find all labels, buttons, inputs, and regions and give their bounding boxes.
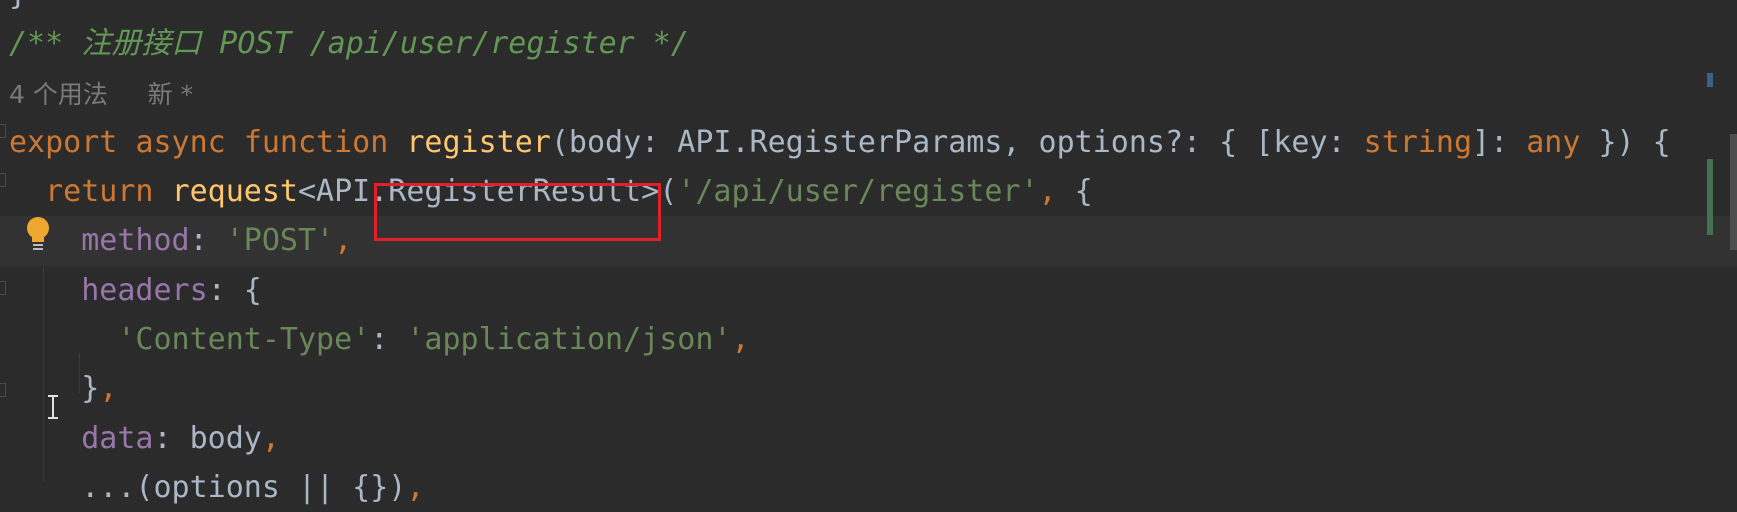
code-token: {	[1074, 174, 1093, 210]
code-line[interactable]: }	[0, 0, 1737, 19]
code-token: }	[9, 0, 27, 12]
code-token: 'Content-Type'	[117, 322, 371, 358]
code-token: /** 注册接口 POST /api/user/register */	[9, 26, 689, 62]
code-token: ,	[406, 469, 425, 505]
lightbulb-icon[interactable]	[24, 216, 52, 252]
added-lines-marker[interactable]	[1707, 159, 1713, 235]
code-token: 'application/json'	[406, 322, 732, 358]
code-line[interactable]: /** 注册接口 POST /api/user/register */	[0, 19, 1737, 68]
code-token: }	[81, 371, 100, 407]
code-token: async	[135, 124, 244, 160]
code-token: return	[45, 174, 172, 210]
code-token: function	[243, 124, 407, 160]
code-token: : {	[207, 272, 262, 308]
code-token: ,	[334, 223, 353, 259]
code-line[interactable]: return request<API.RegisterResult>('/api…	[0, 167, 1737, 216]
code-token: ]:	[1472, 124, 1527, 160]
code-token: ,	[261, 420, 280, 456]
code-token: ,	[99, 371, 118, 407]
code-token: ,	[1038, 174, 1075, 210]
code-line[interactable]: 4 个用法 新 *	[0, 69, 1737, 118]
code-token: (body: API.RegisterParams, options?: { […	[550, 124, 1364, 160]
code-token: any	[1526, 124, 1581, 160]
code-token: 'POST'	[225, 223, 335, 259]
code-token: method	[81, 223, 190, 259]
code-token: }) {	[1580, 124, 1671, 160]
fold-marker-icon[interactable]	[0, 383, 6, 397]
code-editor[interactable]: } /** 注册接口 POST /api/user/register */ 4 个用…	[0, 0, 1737, 512]
fold-marker-icon[interactable]	[0, 281, 6, 295]
code-line[interactable]: export async function register(body: API…	[0, 118, 1737, 167]
vertical-scrollbar[interactable]	[1730, 134, 1737, 250]
code-line-current[interactable]: method: 'POST',	[0, 216, 1737, 266]
indent-guide	[43, 266, 44, 481]
code-line[interactable]: headers: {	[0, 266, 1737, 315]
code-token: string	[1363, 124, 1473, 160]
code-line[interactable]: },	[0, 364, 1737, 413]
code-line[interactable]: ...(options || {}),	[0, 463, 1737, 512]
code-token: request	[171, 174, 298, 210]
change-marker[interactable]	[1707, 73, 1713, 87]
fold-marker-icon[interactable]	[0, 124, 6, 138]
usage-inlay-hint[interactable]: 4 个用法	[9, 80, 108, 109]
code-token: ,	[731, 322, 750, 358]
code-line[interactable]: 'Content-Type': 'application/json',	[0, 315, 1737, 364]
usage-inlay-hint[interactable]: 新 *	[148, 80, 193, 109]
code-token: export	[9, 124, 136, 160]
code-token: '/api/user/register'	[677, 174, 1039, 210]
code-token: headers	[81, 272, 208, 308]
indent-guide	[79, 353, 80, 393]
fold-marker-icon[interactable]	[0, 173, 6, 187]
text-cursor-icon	[48, 395, 58, 419]
code-token: data	[81, 420, 154, 456]
code-line[interactable]: data: body,	[0, 414, 1737, 463]
code-token: ...(options || {})	[81, 469, 407, 505]
code-token: :	[370, 322, 407, 358]
usage-inlay-hint[interactable]	[108, 80, 148, 109]
highlight-annotation-box	[374, 183, 661, 241]
code-token: register	[406, 124, 551, 160]
code-token: : body	[153, 420, 262, 456]
code-token: :	[189, 223, 226, 259]
